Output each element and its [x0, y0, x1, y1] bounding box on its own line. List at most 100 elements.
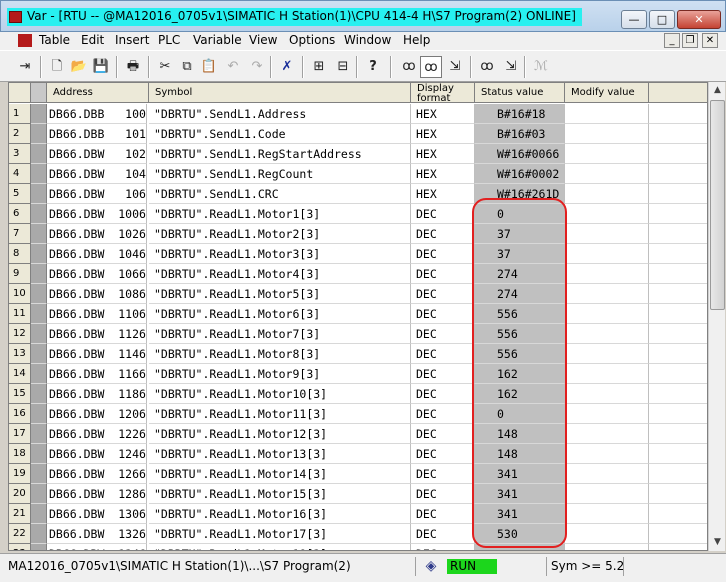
- row-number[interactable]: 15: [9, 384, 31, 404]
- force-icon[interactable]: ℳ: [530, 56, 552, 78]
- address-cell[interactable]: DB66.DBW 1086: [47, 284, 147, 304]
- symbol-cell[interactable]: "DBRTU".ReadL1.Motor2[3]: [149, 224, 411, 244]
- symbol-cell[interactable]: "DBRTU".ReadL1.Motor7[3]: [149, 324, 411, 344]
- display-format-cell[interactable]: HEX: [411, 104, 475, 124]
- monitor-icon[interactable]: ꝏ: [398, 56, 420, 78]
- address-cell[interactable]: DB66.DBW 1146: [47, 344, 147, 364]
- symbol-cell[interactable]: "DBRTU".ReadL1.Motor9[3]: [149, 364, 411, 384]
- table-row[interactable]: 4 DB66.DBW 104 "DBRTU".SendL1.RegCount HEX W…: [9, 164, 707, 184]
- table-row[interactable]: 20 DB66.DBW 1286 "DBRTU".ReadL1.Motor15[3]…: [9, 484, 707, 504]
- symbol-cell[interactable]: "DBRTU".ReadL1.Motor1[3]: [149, 204, 411, 224]
- menu-variable[interactable]: Variable: [192, 33, 243, 47]
- redo-icon[interactable]: ↷: [246, 56, 268, 78]
- symbol-cell[interactable]: "DBRTU".ReadL1.Motor11[3]: [149, 404, 411, 424]
- modify-variable-icon[interactable]: ⇲: [500, 56, 522, 78]
- table-row[interactable]: 10 DB66.DBW 1086 "DBRTU".ReadL1.Motor5[3] D…: [9, 284, 707, 304]
- symbol-cell[interactable]: "DBRTU".ReadL1.Motor14[3]: [149, 464, 411, 484]
- modify-value-cell[interactable]: [565, 424, 649, 444]
- address-cell[interactable]: DB66.DBW 1206: [47, 404, 147, 424]
- row-number[interactable]: 9: [9, 264, 31, 284]
- mdi-restore-button[interactable]: ❐: [682, 33, 698, 48]
- table-row[interactable]: 1 DB66.DBB 100 "DBRTU".SendL1.Address HEX B#…: [9, 104, 707, 124]
- connect-icon[interactable]: ⊞: [308, 56, 330, 78]
- header-address[interactable]: Address: [47, 83, 149, 103]
- new-icon[interactable]: 🗋: [46, 56, 68, 78]
- table-row[interactable]: 14 DB66.DBW 1166 "DBRTU".ReadL1.Motor9[3] D…: [9, 364, 707, 384]
- modify-value-cell[interactable]: [565, 264, 649, 284]
- table-row[interactable]: 15 DB66.DBW 1186 "DBRTU".ReadL1.Motor10[3]…: [9, 384, 707, 404]
- address-cell[interactable]: DB66.DBW 1006: [47, 204, 147, 224]
- display-format-cell[interactable]: HEX: [411, 164, 475, 184]
- row-number[interactable]: 5: [9, 184, 31, 204]
- address-cell[interactable]: DB66.DBW 106: [47, 184, 147, 204]
- address-cell[interactable]: DB66.DBW 1186: [47, 384, 147, 404]
- row-number[interactable]: 3: [9, 144, 31, 164]
- header-status-value[interactable]: Status value: [475, 83, 565, 103]
- symbol-cell[interactable]: "DBRTU".ReadL1.Motor8[3]: [149, 344, 411, 364]
- display-format-cell[interactable]: DEC: [411, 524, 475, 544]
- row-number[interactable]: 11: [9, 304, 31, 324]
- row-number[interactable]: 16: [9, 404, 31, 424]
- address-cell[interactable]: DB66.DBW 1126: [47, 324, 147, 344]
- display-format-cell[interactable]: HEX: [411, 124, 475, 144]
- modify-value-cell[interactable]: [565, 524, 649, 544]
- mdi-close-button[interactable]: ✕: [702, 33, 718, 48]
- row-number[interactable]: 22: [9, 524, 31, 544]
- vertical-scrollbar[interactable]: ▲ ▼: [708, 82, 725, 551]
- symbol-cell[interactable]: "DBRTU".ReadL1.Motor18[3]: [149, 544, 411, 550]
- modify-icon[interactable]: ꝏ: [476, 56, 498, 78]
- var-window-icon[interactable]: [18, 34, 32, 47]
- row-number[interactable]: 12: [9, 324, 31, 344]
- cut-icon[interactable]: ✂: [154, 56, 176, 78]
- symbol-cell[interactable]: "DBRTU".ReadL1.Motor12[3]: [149, 424, 411, 444]
- table-row[interactable]: 13 DB66.DBW 1146 "DBRTU".ReadL1.Motor8[3] D…: [9, 344, 707, 364]
- open-icon[interactable]: 📂: [68, 56, 90, 78]
- save-icon[interactable]: 💾: [90, 56, 112, 78]
- modify-value-cell[interactable]: [565, 284, 649, 304]
- delete-icon[interactable]: ✗: [276, 56, 298, 78]
- display-format-cell[interactable]: DEC: [411, 264, 475, 284]
- modify-value-cell[interactable]: [565, 464, 649, 484]
- print-icon[interactable]: 🖶: [122, 56, 144, 78]
- row-number[interactable]: 19: [9, 464, 31, 484]
- help-icon[interactable]: ?: [362, 56, 384, 78]
- display-format-cell[interactable]: HEX: [411, 144, 475, 164]
- symbol-cell[interactable]: "DBRTU".ReadL1.Motor4[3]: [149, 264, 411, 284]
- modify-value-cell[interactable]: [565, 124, 649, 144]
- display-format-cell[interactable]: DEC: [411, 304, 475, 324]
- table-row[interactable]: 6 DB66.DBW 1006 "DBRTU".ReadL1.Motor1[3] DE…: [9, 204, 707, 224]
- row-number[interactable]: 8: [9, 244, 31, 264]
- address-cell[interactable]: DB66.DBW 1166: [47, 364, 147, 384]
- address-cell[interactable]: DB66.DBW 1286: [47, 484, 147, 504]
- address-cell[interactable]: DB66.DBW 1346: [47, 544, 147, 550]
- maximize-button[interactable]: □: [649, 10, 675, 29]
- menu-insert[interactable]: Insert: [114, 33, 150, 47]
- menu-window[interactable]: Window: [343, 33, 392, 47]
- table-row[interactable]: 7 DB66.DBW 1026 "DBRTU".ReadL1.Motor2[3] DE…: [9, 224, 707, 244]
- display-format-cell[interactable]: DEC: [411, 204, 475, 224]
- modify-value-cell[interactable]: [565, 244, 649, 264]
- symbol-cell[interactable]: "DBRTU".ReadL1.Motor17[3]: [149, 524, 411, 544]
- display-format-cell[interactable]: DEC: [411, 244, 475, 264]
- table-row[interactable]: 22 DB66.DBW 1326 "DBRTU".ReadL1.Motor17[3]…: [9, 524, 707, 544]
- address-cell[interactable]: DB66.DBB 101: [47, 124, 147, 144]
- address-cell[interactable]: DB66.DBW 102: [47, 144, 147, 164]
- row-number[interactable]: 7: [9, 224, 31, 244]
- disconnect-icon[interactable]: ⊟: [332, 56, 354, 78]
- row-number[interactable]: 1: [9, 104, 31, 124]
- row-number[interactable]: 23: [9, 544, 31, 550]
- table-row[interactable]: 17 DB66.DBW 1226 "DBRTU".ReadL1.Motor12[3]…: [9, 424, 707, 444]
- menu-options[interactable]: Options: [288, 33, 336, 47]
- modify-value-cell[interactable]: [565, 384, 649, 404]
- display-format-cell[interactable]: DEC: [411, 464, 475, 484]
- modify-value-cell[interactable]: [565, 344, 649, 364]
- modify-value-cell[interactable]: [565, 364, 649, 384]
- display-format-cell[interactable]: DEC: [411, 484, 475, 504]
- scroll-up-icon[interactable]: ▲: [709, 82, 726, 99]
- pin-icon[interactable]: ⇥: [14, 56, 36, 78]
- display-format-cell[interactable]: DEC: [411, 284, 475, 304]
- display-format-cell[interactable]: DEC: [411, 544, 475, 550]
- header-symbol[interactable]: Symbol: [149, 83, 411, 103]
- row-number[interactable]: 6: [9, 204, 31, 224]
- symbol-cell[interactable]: "DBRTU".SendL1.Address: [149, 104, 411, 124]
